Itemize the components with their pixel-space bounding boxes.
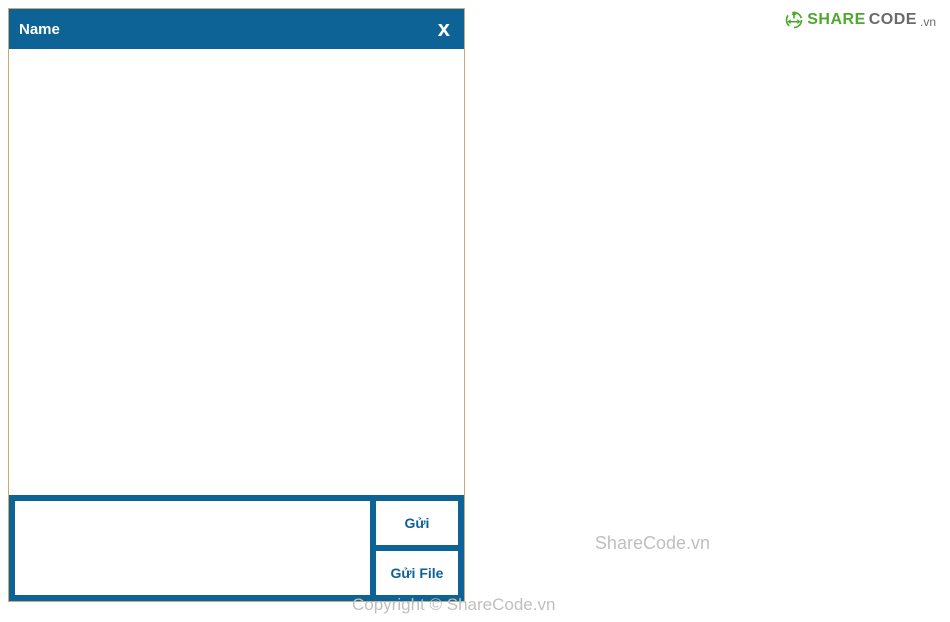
chat-messages-area <box>9 49 464 495</box>
watermark-logo: SHARECODE.vn <box>784 10 936 30</box>
chat-buttons-group: Gửi Gửi File <box>376 501 458 595</box>
watermark-vn-text: .vn <box>920 15 936 29</box>
chat-title: Name <box>19 21 60 38</box>
chat-footer: Gửi Gửi File <box>9 495 464 601</box>
close-icon[interactable]: x <box>434 18 454 40</box>
send-file-button[interactable]: Gửi File <box>376 551 458 595</box>
message-input[interactable] <box>15 501 370 595</box>
send-button[interactable]: Gửi <box>376 501 458 545</box>
watermark-copyright-text: Copyright © ShareCode.vn <box>352 595 555 615</box>
watermark-code-text: CODE <box>869 11 917 29</box>
watermark-center-text: ShareCode.vn <box>595 533 710 554</box>
recycle-icon <box>784 10 804 30</box>
chat-window: Name x Gửi Gửi File <box>8 8 465 602</box>
chat-header: Name x <box>9 9 464 49</box>
watermark-share-text: SHARE <box>807 11 866 29</box>
